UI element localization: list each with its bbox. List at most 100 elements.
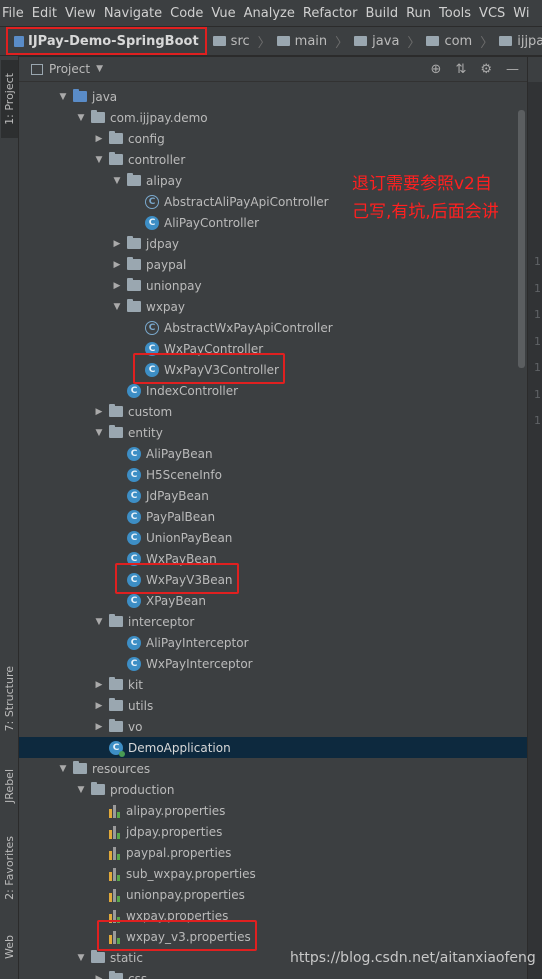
- locate-icon[interactable]: ⊕: [431, 62, 442, 77]
- folder-icon: [91, 110, 105, 123]
- class-icon: C: [145, 362, 159, 377]
- tree-item[interactable]: ▼ controller: [19, 149, 527, 170]
- chevron-down-icon[interactable]: ▼: [75, 113, 87, 123]
- tree-item[interactable]: ▶CAbstractWxPayApiController: [19, 317, 527, 338]
- tree-item[interactable]: ▶CJdPayBean: [19, 485, 527, 506]
- tree-item[interactable]: ▶CWxPayBean: [19, 548, 527, 569]
- tree-item[interactable]: ▶CWxPayController: [19, 338, 527, 359]
- tree-item[interactable]: ▶paypal.properties: [19, 842, 527, 863]
- tree-item[interactable]: ▼ resources: [19, 758, 527, 779]
- chevron-down-icon[interactable]: ▼: [75, 953, 87, 963]
- breadcrumb-item-com[interactable]: com 〉: [426, 32, 493, 51]
- breadcrumb-item-java[interactable]: java 〉: [354, 32, 420, 51]
- menu-item-file[interactable]: File: [2, 6, 24, 21]
- chevron-right-icon[interactable]: ▶: [111, 260, 123, 270]
- breadcrumb-item-src[interactable]: src 〉: [212, 32, 271, 51]
- folder-icon: [109, 971, 123, 979]
- tree-item[interactable]: ▶jdpay.properties: [19, 821, 527, 842]
- chevron-right-icon[interactable]: ▶: [93, 134, 105, 144]
- tree-item[interactable]: ▶alipay.properties: [19, 800, 527, 821]
- tree-item[interactable]: ▼ production: [19, 779, 527, 800]
- watermark: https://blog.csdn.net/aitanxiaofeng: [290, 950, 536, 966]
- tree-item[interactable]: ▼ interceptor: [19, 611, 527, 632]
- chevron-down-icon[interactable]: ▼: [96, 64, 103, 74]
- chevron-down-icon[interactable]: ▼: [93, 428, 105, 438]
- chevron-down-icon[interactable]: ▼: [111, 176, 123, 186]
- menu-item-build[interactable]: Build: [365, 6, 398, 21]
- menu-item-tools[interactable]: Tools: [439, 6, 471, 21]
- class-icon: C: [127, 446, 141, 461]
- tree-item[interactable]: ▶CWxPayV3Bean: [19, 569, 527, 590]
- collapse-all-icon[interactable]: ⇅: [455, 62, 466, 77]
- menu-item-run[interactable]: Run: [406, 6, 431, 21]
- chevron-down-icon[interactable]: ▼: [111, 302, 123, 312]
- tree-item[interactable]: ▶ css: [19, 968, 527, 979]
- tree-item[interactable]: ▶CAliPayInterceptor: [19, 632, 527, 653]
- menu-item-refactor[interactable]: Refactor: [303, 6, 358, 21]
- tree-item[interactable]: ▶ jdpay: [19, 233, 527, 254]
- tree-item[interactable]: ▶sub_wxpay.properties: [19, 863, 527, 884]
- tab-favorites[interactable]: 2: Favorites: [1, 826, 18, 910]
- menu-item-vcs[interactable]: VCS: [479, 6, 505, 21]
- tree-item[interactable]: ▶ utils: [19, 695, 527, 716]
- tree-item[interactable]: ▼ com.ijjpay.demo: [19, 107, 527, 128]
- chevron-down-icon[interactable]: ▼: [57, 92, 69, 102]
- chevron-down-icon[interactable]: ▼: [93, 617, 105, 627]
- chevron-right-icon[interactable]: ▶: [93, 701, 105, 711]
- tree-item[interactable]: ▶ vo: [19, 716, 527, 737]
- tree-item[interactable]: ▶CPayPalBean: [19, 506, 527, 527]
- tree-item[interactable]: ▶ custom: [19, 401, 527, 422]
- tree-item[interactable]: ▶CWxPayV3Controller: [19, 359, 527, 380]
- chevron-down-icon[interactable]: ▼: [93, 155, 105, 165]
- chevron-down-icon[interactable]: ▼: [57, 764, 69, 774]
- hide-icon[interactable]: —: [506, 62, 519, 77]
- tree-item[interactable]: ▼ java: [19, 86, 527, 107]
- tree-item[interactable]: ▶CWxPayInterceptor: [19, 653, 527, 674]
- tree-item[interactable]: ▶ paypal: [19, 254, 527, 275]
- tree-item[interactable]: ▶wxpay.properties: [19, 905, 527, 926]
- menu-item-navigate[interactable]: Navigate: [104, 6, 162, 21]
- chevron-right-icon[interactable]: ▶: [93, 680, 105, 690]
- breadcrumb-item-main[interactable]: main 〉: [276, 32, 348, 51]
- tree-item[interactable]: ▶CDemoApplication: [19, 737, 527, 758]
- menu-item-wi[interactable]: Wi: [513, 6, 529, 21]
- folder-icon: [91, 950, 105, 963]
- tree-item[interactable]: ▼ entity: [19, 422, 527, 443]
- breadcrumb-separator-icon: 〉: [257, 35, 271, 51]
- properties-file-icon: [109, 909, 121, 923]
- tab-jrebel[interactable]: JRebel: [1, 756, 18, 816]
- chevron-right-icon[interactable]: ▶: [111, 239, 123, 249]
- gear-icon[interactable]: ⚙: [480, 62, 492, 77]
- class-icon: C: [127, 488, 141, 503]
- menu-item-code[interactable]: Code: [170, 6, 203, 21]
- tree-scrollbar[interactable]: [518, 110, 525, 368]
- menu-bar: File Edit View Navigate Code Vue Analyze Refact…: [0, 0, 542, 26]
- tree-item[interactable]: ▶CUnionPayBean: [19, 527, 527, 548]
- tree-item[interactable]: ▶CH5SceneInfo: [19, 464, 527, 485]
- tree-item[interactable]: ▶CIndexController: [19, 380, 527, 401]
- chevron-right-icon[interactable]: ▶: [111, 281, 123, 291]
- menu-item-analyze[interactable]: Analyze: [244, 6, 295, 21]
- tree-item[interactable]: ▼ wxpay: [19, 296, 527, 317]
- menu-item-edit[interactable]: Edit: [32, 6, 57, 21]
- tree-item[interactable]: ▶CAliPayBean: [19, 443, 527, 464]
- breadcrumb-project[interactable]: IJPay-Demo-SpringBoot: [6, 27, 207, 55]
- tree-item[interactable]: ▶ config: [19, 128, 527, 149]
- folder-icon: [109, 152, 123, 165]
- tree-item[interactable]: ▶wxpay_v3.properties: [19, 926, 527, 947]
- breadcrumb-item-ijjpay[interactable]: ijjpay〉: [499, 32, 542, 51]
- tree-item[interactable]: ▶unionpay.properties: [19, 884, 527, 905]
- tree-item[interactable]: ▶CXPayBean: [19, 590, 527, 611]
- menu-item-view[interactable]: View: [65, 6, 96, 21]
- chevron-right-icon[interactable]: ▶: [93, 407, 105, 417]
- chevron-right-icon[interactable]: ▶: [93, 722, 105, 732]
- menu-item-vue[interactable]: Vue: [211, 6, 235, 21]
- chevron-right-icon[interactable]: ▶: [93, 974, 105, 979]
- tree-item[interactable]: ▶ kit: [19, 674, 527, 695]
- panel-title[interactable]: Project: [49, 62, 90, 76]
- tab-structure[interactable]: 7: Structure: [1, 656, 18, 742]
- chevron-down-icon[interactable]: ▼: [75, 785, 87, 795]
- tab-project[interactable]: 1: Project: [1, 60, 18, 138]
- tree-item[interactable]: ▶ unionpay: [19, 275, 527, 296]
- tab-web[interactable]: Web: [1, 922, 18, 972]
